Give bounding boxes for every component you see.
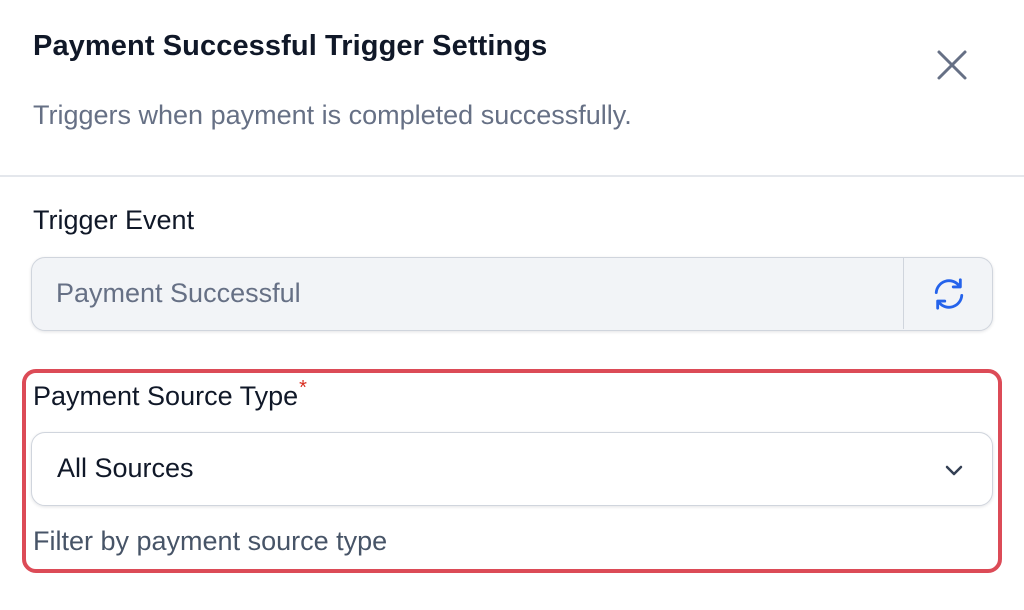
panel-title: Payment Successful Trigger Settings — [33, 30, 548, 62]
trigger-event-label: Trigger Event — [33, 205, 195, 235]
trigger-event-input: Payment Successful — [56, 278, 301, 308]
panel-header: Payment Successful Trigger Settings Trig… — [0, 0, 1024, 177]
chevron-down-icon — [945, 465, 963, 476]
payment-source-type-hint: Filter by payment source type — [33, 526, 388, 556]
refresh-icon — [934, 277, 963, 310]
close-button[interactable] — [930, 43, 974, 87]
trigger-settings-panel: Payment Successful Trigger Settings Trig… — [0, 0, 1024, 610]
close-icon — [937, 50, 967, 80]
payment-source-type-select[interactable]: All Sources — [31, 432, 993, 506]
payment-source-type-label: Payment Source Type* — [33, 377, 307, 412]
payment-source-type-label-text: Payment Source Type — [33, 381, 299, 411]
required-indicator: * — [299, 377, 307, 399]
refresh-trigger-button[interactable] — [903, 258, 992, 329]
payment-source-type-value: All Sources — [57, 453, 194, 483]
panel-subtitle: Triggers when payment is completed succe… — [33, 100, 632, 130]
trigger-event-field: Payment Successful — [31, 257, 993, 331]
